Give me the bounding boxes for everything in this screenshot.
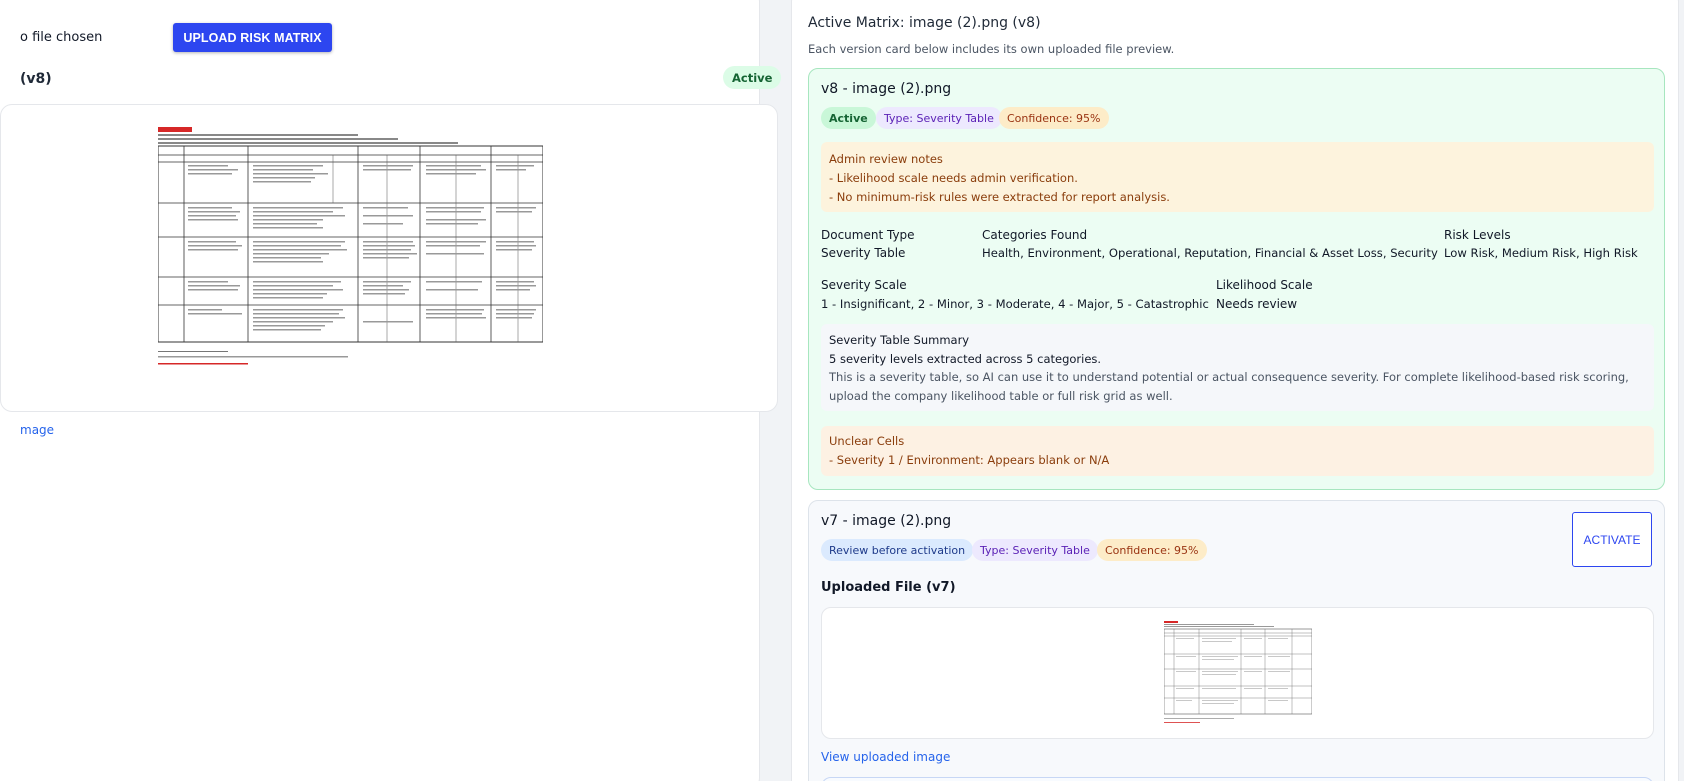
categories-label: Categories Found (982, 228, 1088, 242)
severity-table-preview-image (158, 127, 543, 365)
active-status-badge: Active (723, 66, 782, 89)
unclear-cells: Unclear Cells - Severity 1 / Environment… (821, 426, 1654, 476)
active-matrix-subtitle: Each version card below includes its own… (808, 42, 1175, 56)
v7-status-badge: Review before activation (821, 539, 974, 561)
v7-preview-image (1164, 621, 1312, 725)
left-view-image-link[interactable]: mage (20, 423, 54, 437)
unclear-cell-line: - Severity 1 / Environment: Appears blan… (829, 453, 1110, 467)
v8-card-title: v8 - image (2).png (821, 81, 952, 97)
admin-note-line: - No minimum-risk rules were extracted f… (829, 190, 1170, 204)
v7-file-preview (821, 607, 1654, 739)
v7-view-uploaded-image-link[interactable]: View uploaded image (821, 750, 950, 764)
severity-scale-label: Severity Scale (821, 278, 907, 292)
likelihood-scale-label: Likelihood Scale (1216, 278, 1313, 292)
version-card-v7: v7 - image (2).png Review before activat… (808, 500, 1665, 781)
document-type-label: Document Type (821, 228, 915, 242)
v7-type-badge: Type: Severity Table (972, 539, 1098, 561)
v8-status-badge: Active (821, 107, 876, 129)
left-file-preview (0, 104, 778, 412)
severity-scale-value: 1 - Insignificant, 2 - Minor, 3 - Modera… (821, 297, 1209, 311)
v7-uploaded-file-title: Uploaded File (v7) (821, 580, 956, 595)
next-version-card-edge (821, 777, 1654, 781)
severity-table-summary: Severity Table Summary 5 severity levels… (821, 324, 1654, 411)
likelihood-scale-value: Needs review (1216, 297, 1298, 311)
document-type-value: Severity Table (821, 246, 906, 260)
v7-confidence-badge: Confidence: 95% (1097, 539, 1207, 561)
v8-type-badge: Type: Severity Table (876, 107, 1002, 129)
upload-risk-matrix-button[interactable]: UPLOAD RISK MATRIX (173, 23, 332, 52)
v8-confidence-badge: Confidence: 95% (999, 107, 1109, 129)
v7-card-title: v7 - image (2).png (821, 513, 952, 529)
summary-description: This is a severity table, so AI can use … (829, 370, 1629, 384)
active-matrix-title: Active Matrix: image (2).png (v8) (808, 15, 1041, 31)
risk-levels-label: Risk Levels (1444, 228, 1511, 242)
unclear-cells-title: Unclear Cells (829, 434, 905, 448)
left-version-label: (v8) (20, 71, 52, 87)
activate-button[interactable]: ACTIVATE (1572, 512, 1652, 567)
risk-levels-value: Low Risk, Medium Risk, High Risk (1444, 246, 1638, 260)
summary-headline: 5 severity levels extracted across 5 cat… (829, 351, 1102, 366)
admin-notes-title: Admin review notes (829, 152, 943, 166)
summary-description: upload the company likelihood table or f… (829, 388, 1173, 403)
admin-note-line: - Likelihood scale needs admin verificat… (829, 171, 1078, 185)
summary-title: Severity Table Summary (829, 333, 970, 347)
file-status-text: o file chosen (20, 30, 103, 45)
categories-value: Health, Environment, Operational, Reputa… (982, 246, 1438, 260)
admin-review-notes: Admin review notes - Likelihood scale ne… (821, 142, 1654, 212)
version-card-v8: v8 - image (2).png Active Type: Severity… (808, 68, 1665, 490)
